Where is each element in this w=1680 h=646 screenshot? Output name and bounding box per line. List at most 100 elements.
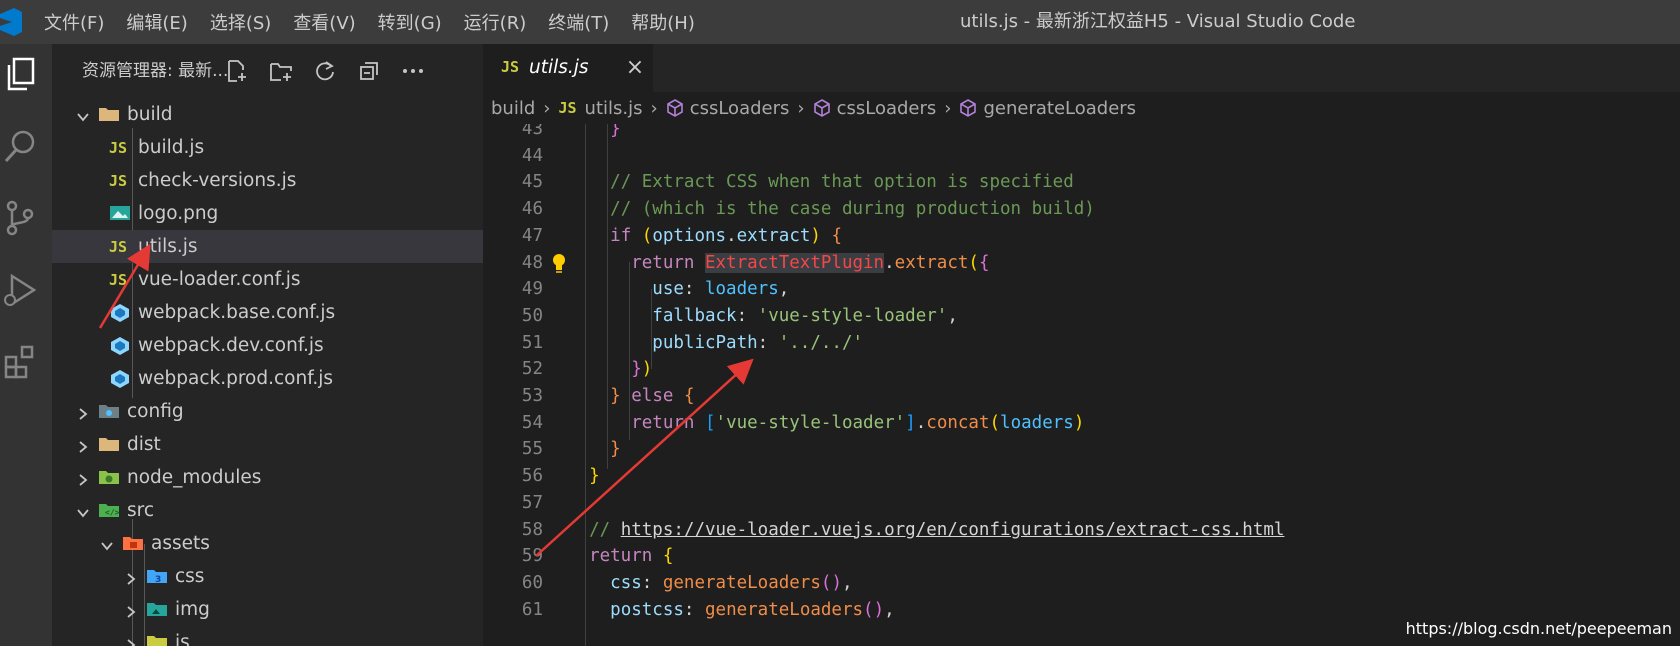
breadcrumb-symbol[interactable]: cssLoaders [666,97,790,119]
collapse-all-icon[interactable] [356,58,382,84]
js-file-icon: JS [109,139,128,157]
breadcrumb-build[interactable]: build [491,98,535,119]
code-line: 48 return ExtractTextPlugin.extract({ [483,250,1680,277]
tree-file-webpack-prod-conf-js[interactable]: webpack.prod.conf.js [52,362,483,395]
run-debug-icon[interactable] [0,266,40,314]
line-number: 60 [521,572,543,593]
tab-utils-js[interactable]: JS utils.js × [483,44,653,92]
editor-area: JS utils.js × build › JS utils.js › cssL… [483,44,1680,646]
tree-item-label: webpack.dev.conf.js [138,335,324,356]
tree-folder-css[interactable]: 3 css [52,560,483,593]
chevron-down-icon[interactable] [100,537,114,551]
line-number: 54 [521,412,543,433]
code-editor[interactable]: 43 } 44 45 // Extract CSS when that option… [483,124,1680,646]
line-number: 55 [521,439,543,460]
chevron-right-icon[interactable] [76,405,90,420]
code-line: 44 [483,143,1680,170]
explorer-header: 资源管理器: 最新... [52,44,483,98]
tree-folder-config[interactable]: config [52,395,483,428]
line-number: 52 [521,359,543,380]
extensions-icon[interactable] [0,338,40,386]
js-file-icon: JS [109,271,128,289]
menu-terminal[interactable]: 终端(T) [548,9,609,35]
line-number: 59 [521,546,543,567]
tree-folder-src[interactable]: </> src [52,494,483,527]
method-cube-icon [666,99,683,117]
chevron-right-icon[interactable] [124,636,138,646]
code-text: postcss: generateLoaders(), [610,599,895,620]
folder-css-icon: 3 [146,567,168,587]
menu-help[interactable]: 帮助(H) [631,9,695,35]
folder-node-icon [98,468,120,488]
method-cube-icon [960,99,977,117]
tree-file-build-js[interactable]: JS build.js [52,131,483,164]
tree-file-webpack-base-conf-js[interactable]: webpack.base.conf.js [52,296,483,329]
breadcrumb-file[interactable]: JS utils.js [558,98,642,119]
new-file-icon[interactable] [224,58,250,84]
menu-file[interactable]: 文件(F) [44,9,104,35]
breadcrumb-symbol-label: cssLoaders [836,97,937,119]
file-tree: build JS build.js JS check-versions.js logo.p… [52,98,483,646]
line-number: 44 [521,145,543,166]
line-number: 57 [521,492,543,513]
tree-item-label: assets [151,533,210,554]
explorer-icon[interactable] [0,50,40,98]
code-text: publicPath: '../../' [652,332,864,353]
breadcrumb-symbol-label: cssLoaders [689,97,790,119]
menu-go[interactable]: 转到(G) [378,9,442,35]
line-number: 51 [521,332,543,353]
tree-folder-js[interactable]: js [52,626,483,646]
tree-folder-node-modules[interactable]: node_modules [52,461,483,494]
code-line: 56 } [483,463,1680,490]
tree-item-label: img [175,599,210,620]
menu-run[interactable]: 运行(R) [464,9,527,35]
chevron-right-icon[interactable] [124,570,138,585]
tree-folder-build[interactable]: build [52,98,483,131]
webpack-icon [109,369,131,389]
refresh-icon[interactable] [312,58,338,84]
code-text: // https://vue-loader.vuejs.org/en/confi… [589,519,1285,540]
chevron-right-icon: › [543,97,551,119]
breadcrumb-symbol[interactable]: generateLoaders [959,98,1136,119]
menu-view[interactable]: 查看(V) [293,9,355,35]
tree-file-utils-js[interactable]: JS utils.js [52,230,483,263]
tree-item-label: build.js [138,137,205,158]
chevron-right-icon[interactable] [76,471,90,486]
tree-folder-img[interactable]: img [52,593,483,626]
lightbulb-icon[interactable] [551,253,567,273]
chevron-down-icon[interactable] [76,108,90,122]
chevron-right-icon[interactable] [124,603,138,618]
title-bar: 文件(F) 编辑(E) 选择(S) 查看(V) 转到(G) 运行(R) 终端(T… [0,0,1680,44]
more-icon[interactable] [400,58,426,84]
tree-file-webpack-dev-conf-js[interactable]: webpack.dev.conf.js [52,329,483,362]
menu-selection[interactable]: 选择(S) [210,9,271,35]
chevron-right-icon[interactable] [76,438,90,453]
chevron-right-icon: › [797,97,805,119]
code-text: fallback: 'vue-style-loader', [652,305,958,326]
tree-folder-dist[interactable]: dist [52,428,483,461]
chevron-right-icon: › [944,97,952,119]
source-control-icon[interactable] [0,194,40,242]
breadcrumb-symbol-label: generateLoaders [983,97,1137,119]
search-icon[interactable] [0,122,40,170]
line-number: 48 [521,252,543,273]
watermark: https://blog.csdn.net/peepeeman [1405,619,1672,638]
explorer-sidebar: 资源管理器: 最新... build JS build.js JS check-vers… [52,44,483,646]
code-text: return ['vue-style-loader'].concat(loade… [631,412,1085,433]
code-line: 59 return { [483,543,1680,570]
tree-folder-assets[interactable]: assets [52,527,483,560]
tree-item-label: css [175,566,205,587]
tree-file-vue-loader-conf-js[interactable]: JS vue-loader.conf.js [52,263,483,296]
line-number: 50 [521,305,543,326]
breadcrumb-symbol[interactable]: cssLoaders [813,97,937,119]
tree-file-check-versions-js[interactable]: JS check-versions.js [52,164,483,197]
menu-edit[interactable]: 编辑(E) [126,9,187,35]
close-icon[interactable]: × [623,56,647,80]
code-line: 43 } [483,124,1680,143]
code-text: if (options.extract) { [610,225,843,246]
new-folder-icon[interactable] [268,58,294,84]
code-text: }) [631,359,653,380]
chevron-down-icon[interactable] [76,504,90,518]
code-line: 58 // https://vue-loader.vuejs.org/en/co… [483,517,1680,544]
tree-file-logo-png[interactable]: logo.png [52,197,483,230]
